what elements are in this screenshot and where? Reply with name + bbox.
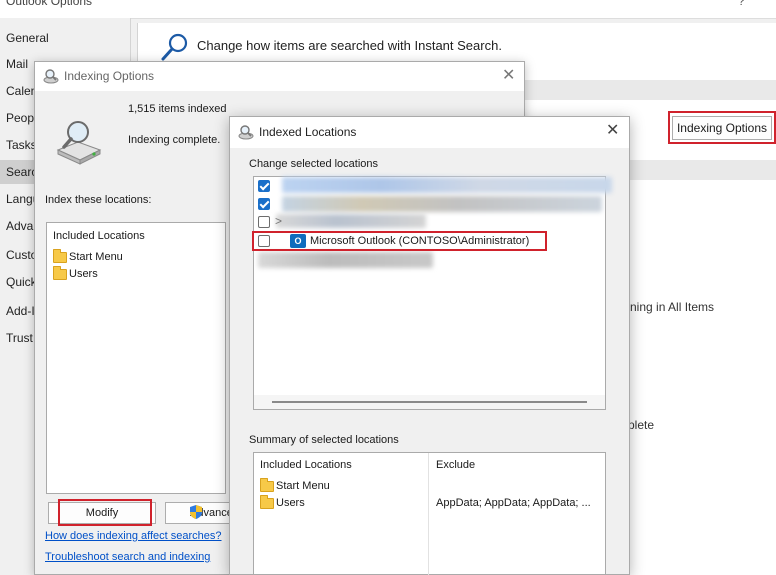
redacted-location [282,196,602,212]
location-checkbox[interactable] [258,216,270,228]
highlight-box [58,499,152,526]
table-cell-exclude: AppData; AppData; AppData; ... [436,497,591,509]
how-indexing-affects-link[interactable]: How does indexing affect searches? [45,530,222,542]
outlook-options-titlebar [0,0,776,19]
tree-expander-icon[interactable]: > [275,214,282,228]
uac-shield-icon [190,505,202,519]
folder-icon [53,249,67,263]
list-item[interactable]: Start Menu [69,251,123,263]
section-header-band [628,160,776,180]
highlight-box [252,231,547,251]
indexing-magnifier-icon [43,69,59,84]
table-row: Start Menu [276,480,330,492]
indexing-magnifier-icon [238,125,254,140]
outlook-options-title: Outlook Options [6,0,93,8]
redacted-location [276,214,426,228]
indexing-drive-icon [56,121,102,165]
search-section-heading: Change how items are searched with Insta… [197,38,502,53]
indexing-status: Indexing complete. [128,134,221,146]
search-icon [161,33,188,61]
change-locations-label: Change selected locations [249,158,379,170]
troubleshoot-link[interactable]: Troubleshoot search and indexing [45,551,210,563]
option-text-fragment: plete [628,418,655,432]
list-item[interactable]: Users [69,268,98,280]
indexing-options-title: Indexing Options [64,69,155,83]
location-checkbox[interactable] [258,180,270,192]
index-locations-label: Index these locations: [45,194,152,206]
redacted-location [282,177,612,193]
items-indexed-count: 1,515 items indexed [128,103,227,115]
indexed-locations-title: Indexed Locations [259,125,357,139]
column-header-exclude[interactable]: Exclude [436,459,475,471]
table-row: Users [276,497,305,509]
scrollbar-thumb[interactable] [272,401,587,403]
folder-icon [53,266,67,280]
redacted-location [258,252,433,268]
close-icon[interactable]: ✕ [606,120,619,140]
location-checkbox[interactable] [258,198,270,210]
list-header: Included Locations [53,230,145,242]
summary-label: Summary of selected locations [249,434,399,446]
folder-icon [260,495,274,509]
folder-icon [260,478,274,492]
close-icon[interactable]: ✕ [502,65,515,85]
option-text-fragment: ning in All Items [630,300,715,314]
column-header-included[interactable]: Included Locations [260,459,352,471]
highlight-box [668,111,776,144]
column-divider [428,453,429,575]
sidebar-item-general[interactable]: General [0,26,130,50]
help-button[interactable]: ? [738,0,745,8]
